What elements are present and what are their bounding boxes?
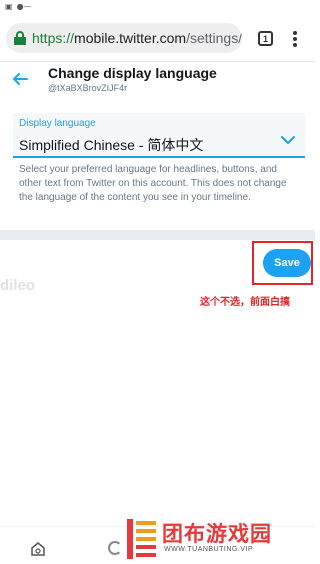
- language-help-text: Select your preferred language for headl…: [19, 164, 287, 203]
- watermark-text: dileo: [0, 277, 36, 294]
- url-text: https://mobile.twitter.com/settings/l: [32, 30, 242, 46]
- user-handle: @tXaBXBrovZIJF4r: [48, 83, 128, 93]
- tab-switcher-button[interactable]: 1: [258, 31, 273, 46]
- key-icon: ●—: [16, 2, 32, 11]
- annotation-text: 这个不选，前面白搞: [200, 297, 290, 308]
- url-path: /settings/l: [186, 30, 242, 46]
- display-language-select[interactable]: Display language Simplified Chinese - 简体…: [13, 113, 305, 158]
- section-divider: [0, 230, 315, 240]
- display-language-value: Simplified Chinese - 简体中文: [19, 137, 204, 153]
- display-language-label: Display language: [19, 118, 96, 129]
- home-icon[interactable]: [30, 541, 46, 557]
- search-icon[interactable]: [108, 541, 122, 555]
- browser-toolbar: https://mobile.twitter.com/settings/l 1: [0, 14, 315, 62]
- page-header: Change display language @tXaBXBrovZIJF4r: [0, 62, 315, 106]
- lock-icon: [14, 31, 26, 45]
- url-host: mobile.twitter.com: [74, 30, 187, 46]
- status-bar: ▣ ●—: [0, 0, 315, 14]
- page-title: Change display language: [48, 65, 217, 81]
- brand-logo-icon: [127, 519, 156, 559]
- chevron-down-icon: [281, 136, 295, 144]
- address-bar[interactable]: https://mobile.twitter.com/settings/l: [6, 23, 242, 53]
- back-arrow-icon[interactable]: [11, 70, 31, 90]
- brand-url: WWW.TUANBUTING.VIP: [164, 546, 254, 553]
- url-scheme: https://: [32, 30, 75, 46]
- brand-name: 团布游戏园: [162, 522, 272, 546]
- image-icon: ▣: [5, 2, 13, 11]
- menu-icon[interactable]: [290, 30, 300, 48]
- save-button[interactable]: Save: [263, 249, 311, 277]
